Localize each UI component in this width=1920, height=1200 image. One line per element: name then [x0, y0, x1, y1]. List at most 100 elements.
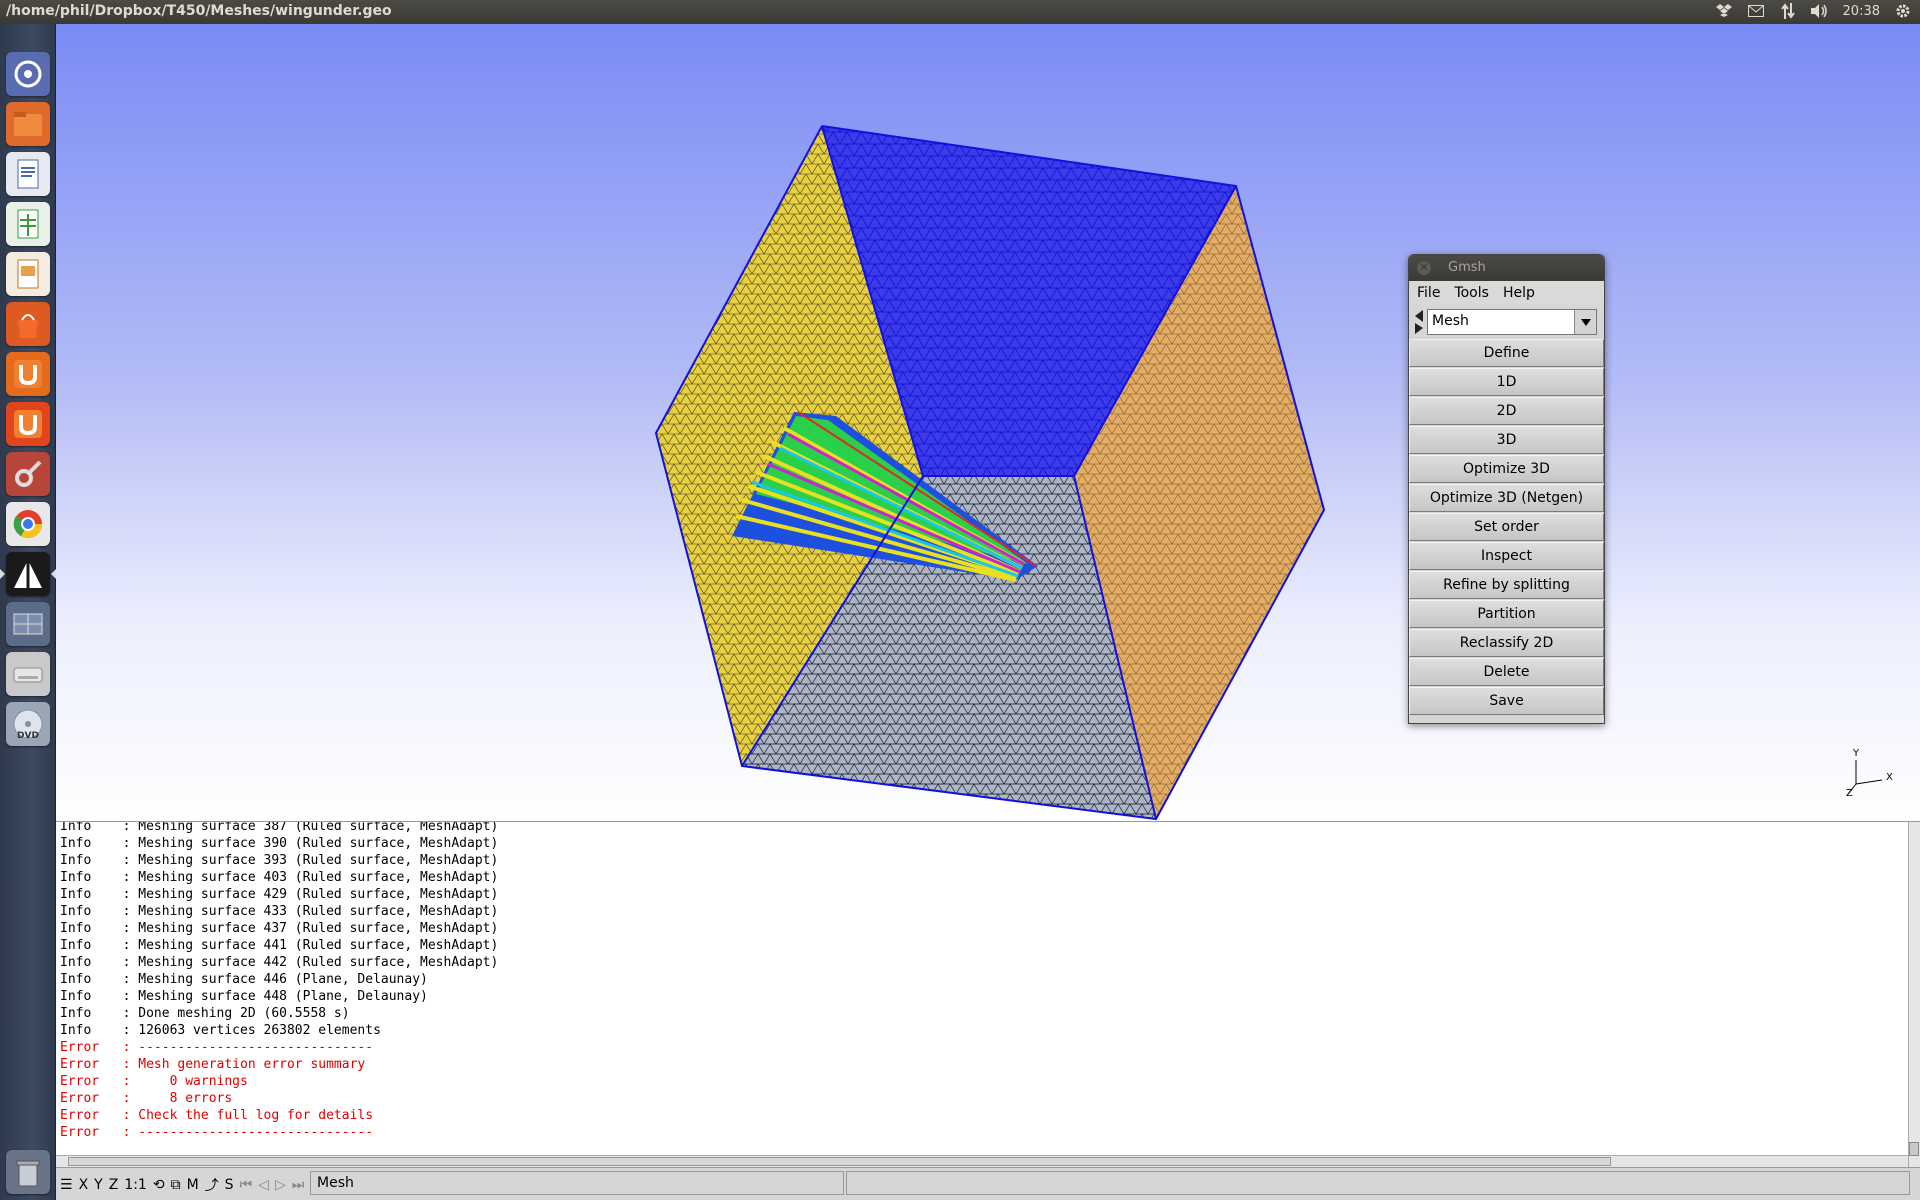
workspace-switcher-icon[interactable] — [6, 602, 50, 646]
next-step-icon[interactable]: ▷ — [275, 1177, 286, 1193]
menu-file[interactable]: File — [1417, 285, 1440, 301]
view-y-button[interactable]: Y — [94, 1177, 103, 1193]
console-line: Info : Meshing surface 393 (Ruled surfac… — [60, 853, 499, 868]
axes-indicator: Y X Z — [1846, 748, 1893, 796]
ortho-icon[interactable]: ⧉ — [171, 1177, 181, 1193]
gear-icon[interactable] — [1894, 2, 1912, 20]
console-line: Error : ------------------------------ — [60, 1125, 374, 1140]
view-x-button[interactable]: X — [79, 1177, 89, 1193]
dash-home-icon[interactable] — [6, 52, 50, 96]
mesh-button-1d[interactable]: 1D — [1409, 368, 1604, 396]
mesh-button-refine-by-splitting[interactable]: Refine by splitting — [1409, 571, 1604, 599]
model-button[interactable]: M — [187, 1177, 199, 1193]
console-line: Info : Meshing surface 429 (Ruled surfac… — [60, 887, 499, 902]
impress-icon[interactable] — [6, 252, 50, 296]
ubuntu-one-icon[interactable] — [6, 352, 50, 396]
console-line: Info : 126063 vertices 263802 elements — [60, 1023, 381, 1038]
console-line: Error : 8 errors — [60, 1091, 233, 1106]
horizontal-scrollbar[interactable] — [56, 1155, 1908, 1167]
mode-arrows-icon[interactable] — [1413, 309, 1425, 335]
ubuntu-one-music-icon[interactable] — [6, 402, 50, 446]
rotate-icon[interactable]: ⟲ — [153, 1177, 165, 1193]
mesh-button-partition[interactable]: Partition — [1409, 600, 1604, 628]
dvd-icon[interactable]: DVD — [6, 702, 50, 746]
software-center-icon[interactable] — [6, 302, 50, 346]
status-message: Mesh — [310, 1171, 844, 1195]
dropbox-icon[interactable] — [1715, 2, 1733, 20]
system-tray: 20:38 — [1715, 2, 1912, 20]
menu-icon[interactable]: ☰ — [60, 1177, 73, 1193]
mesh-button-define[interactable]: Define — [1409, 339, 1604, 367]
console-line: Error : Mesh generation error summary — [60, 1057, 366, 1072]
close-icon[interactable]: × — [1417, 261, 1431, 275]
s-button[interactable]: S — [225, 1177, 234, 1193]
trash-icon[interactable] — [6, 1150, 50, 1194]
view-toolbar: ☰ X Y Z 1:1 ⟲ ⧉ M ⤴ S ⏮ ◁ ▷ ⏭ — [60, 1175, 304, 1195]
files-icon[interactable] — [6, 102, 50, 146]
mesh-button-inspect[interactable]: Inspect — [1409, 542, 1604, 570]
mesh-button-optimize-3d[interactable]: Optimize 3D — [1409, 455, 1604, 483]
console-line: Info : Meshing surface 433 (Ruled surfac… — [60, 904, 499, 919]
console-line: Info : Meshing surface 437 (Ruled surfac… — [60, 921, 499, 936]
chrome-icon[interactable] — [6, 502, 50, 546]
mesh-render[interactable] — [56, 24, 1920, 821]
console-line: Info : Meshing surface 387 (Ruled surfac… — [60, 821, 499, 834]
gmsh-title: Gmsh — [1448, 260, 1486, 275]
console-line: Error : ------------------------------ — [60, 1040, 374, 1055]
console-line: Info : Meshing surface 446 (Plane, Delau… — [60, 972, 428, 987]
console-lines: Info : Meshing surface 387 (Ruled surfac… — [60, 821, 499, 1141]
launcher: DVD — [0, 24, 56, 1200]
console-line: Error : Check the full log for details — [60, 1108, 374, 1123]
volume-icon[interactable] — [1810, 2, 1829, 20]
console-line: Error : 0 warnings — [60, 1074, 248, 1089]
mesh-button-reclassify-2d[interactable]: Reclassify 2D — [1409, 629, 1604, 657]
mesh-button-delete[interactable]: Delete — [1409, 658, 1604, 686]
mail-icon[interactable] — [1747, 2, 1765, 20]
top-panel: /home/phil/Dropbox/T450/Meshes/wingunder… — [0, 0, 1920, 24]
mesh-button-set-order[interactable]: Set order — [1409, 513, 1604, 541]
status-bar: ☰ X Y Z 1:1 ⟲ ⧉ M ⤴ S ⏮ ◁ ▷ ⏭ Mesh — [56, 1167, 1920, 1200]
first-step-icon[interactable]: ⏮ — [240, 1177, 253, 1193]
menu-tools[interactable]: Tools — [1454, 285, 1489, 301]
console-line: Info : Meshing surface 448 (Plane, Delau… — [60, 989, 428, 1004]
prev-step-icon[interactable]: ◁ — [258, 1177, 269, 1193]
gmsh-titlebar[interactable]: × Gmsh — [1409, 255, 1604, 281]
mesh-button-3d[interactable]: 3D — [1409, 426, 1604, 454]
gmsh-window: × Gmsh File Tools Help Mesh Define 1D 2D 3D… — [1408, 254, 1605, 724]
chevron-down-icon[interactable] — [1574, 310, 1596, 334]
message-console[interactable]: Info : Meshing surface 387 (Ruled surfac… — [56, 821, 1920, 1167]
mesh-buttons: Define 1D 2D 3D Optimize 3D Optimize 3D (Netg… — [1409, 339, 1604, 715]
running-indicator-icon — [0, 569, 5, 579]
mode-value: Mesh — [1432, 313, 1469, 329]
gmsh-menubar: File Tools Help — [1409, 281, 1604, 305]
vertical-scrollbar[interactable] — [1908, 822, 1920, 1167]
clock[interactable]: 20:38 — [1843, 4, 1880, 19]
mesh-button-optimize-3d-netgen[interactable]: Optimize 3D (Netgen) — [1409, 484, 1604, 512]
network-icon[interactable] — [1779, 2, 1797, 20]
axis-z-label: Z — [1846, 788, 1853, 796]
status-message-secondary — [846, 1171, 1910, 1195]
calc-icon[interactable] — [6, 202, 50, 246]
gmsh-icon[interactable] — [6, 552, 50, 596]
drive-icon[interactable] — [6, 652, 50, 696]
mesh-button-2d[interactable]: 2D — [1409, 397, 1604, 425]
mode-select[interactable]: Mesh — [1427, 309, 1597, 335]
console-line: Info : Meshing surface 441 (Ruled surfac… — [60, 938, 499, 953]
system-settings-icon[interactable] — [6, 452, 50, 496]
mode-bar: Mesh — [1409, 305, 1604, 339]
menu-help[interactable]: Help — [1503, 285, 1535, 301]
console-line: Info : Meshing surface 390 (Ruled surfac… — [60, 836, 499, 851]
vertical-scroll-thumb[interactable] — [1909, 1142, 1919, 1156]
writer-icon[interactable] — [6, 152, 50, 196]
window-title: /home/phil/Dropbox/T450/Meshes/wingunder… — [6, 3, 392, 19]
axis-y-label: Y — [1852, 748, 1860, 759]
scale-button[interactable]: 1:1 — [124, 1177, 147, 1193]
mesh-button-save[interactable]: Save — [1409, 687, 1604, 715]
graphics-viewport[interactable] — [56, 24, 1920, 821]
horizontal-scroll-thumb[interactable] — [68, 1157, 1611, 1166]
view-z-button[interactable]: Z — [109, 1177, 119, 1193]
select-icon[interactable]: ⤴ — [205, 1175, 219, 1195]
svg-text:DVD: DVD — [17, 731, 39, 741]
last-step-icon[interactable]: ⏭ — [292, 1177, 305, 1193]
console-line: Info : Meshing surface 403 (Ruled surfac… — [60, 870, 499, 885]
